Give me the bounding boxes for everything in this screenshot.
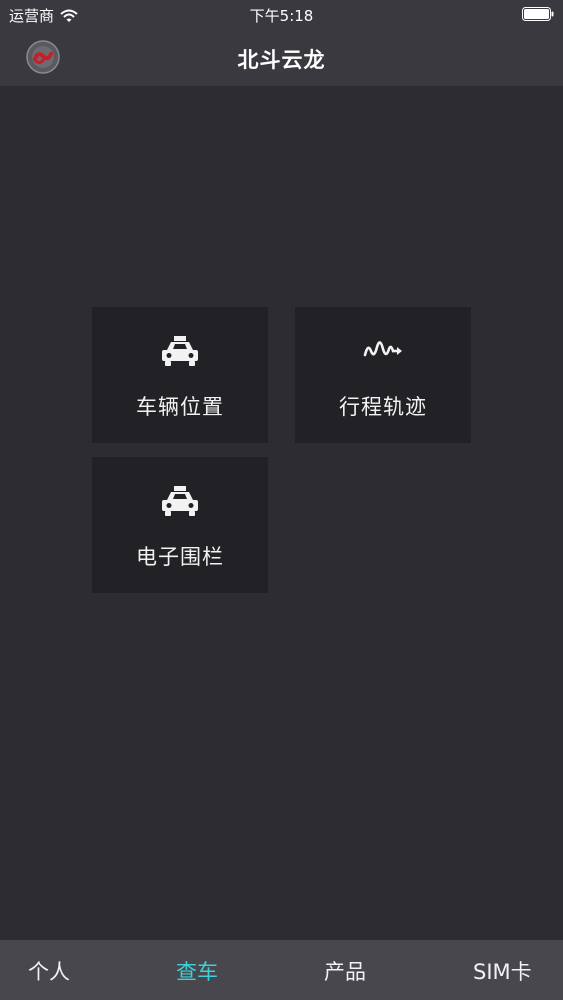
tab-bar: 个人 查车 产品 SIM卡 [0, 940, 563, 1000]
menu-tile-label: 电子围栏 [136, 545, 224, 569]
nav-bar: 北斗云龙 [0, 30, 563, 86]
tab-personal[interactable]: 个人 [28, 956, 70, 986]
menu-tile-label: 车辆位置 [136, 395, 224, 419]
battery-icon [522, 7, 554, 21]
menu-tile-vehicle-location[interactable]: 车辆位置 [92, 307, 268, 443]
status-time: 下午5:18 [249, 7, 314, 25]
tab-check-vehicle[interactable]: 查车 [176, 956, 218, 986]
car-icon [162, 486, 198, 516]
menu-tile-trip-trace[interactable]: 行程轨迹 [295, 307, 471, 443]
menu-tile-label: 行程轨迹 [339, 395, 427, 419]
car-icon [162, 336, 198, 366]
menu-tile-geofence[interactable]: 电子围栏 [92, 457, 268, 593]
status-bar: 运营商 下午5:18 [0, 0, 563, 30]
tab-products[interactable]: 产品 [324, 956, 366, 986]
route-icon [363, 341, 402, 357]
tab-sim-card[interactable]: SIM卡 [473, 956, 532, 986]
page-title: 北斗云龙 [237, 48, 326, 72]
